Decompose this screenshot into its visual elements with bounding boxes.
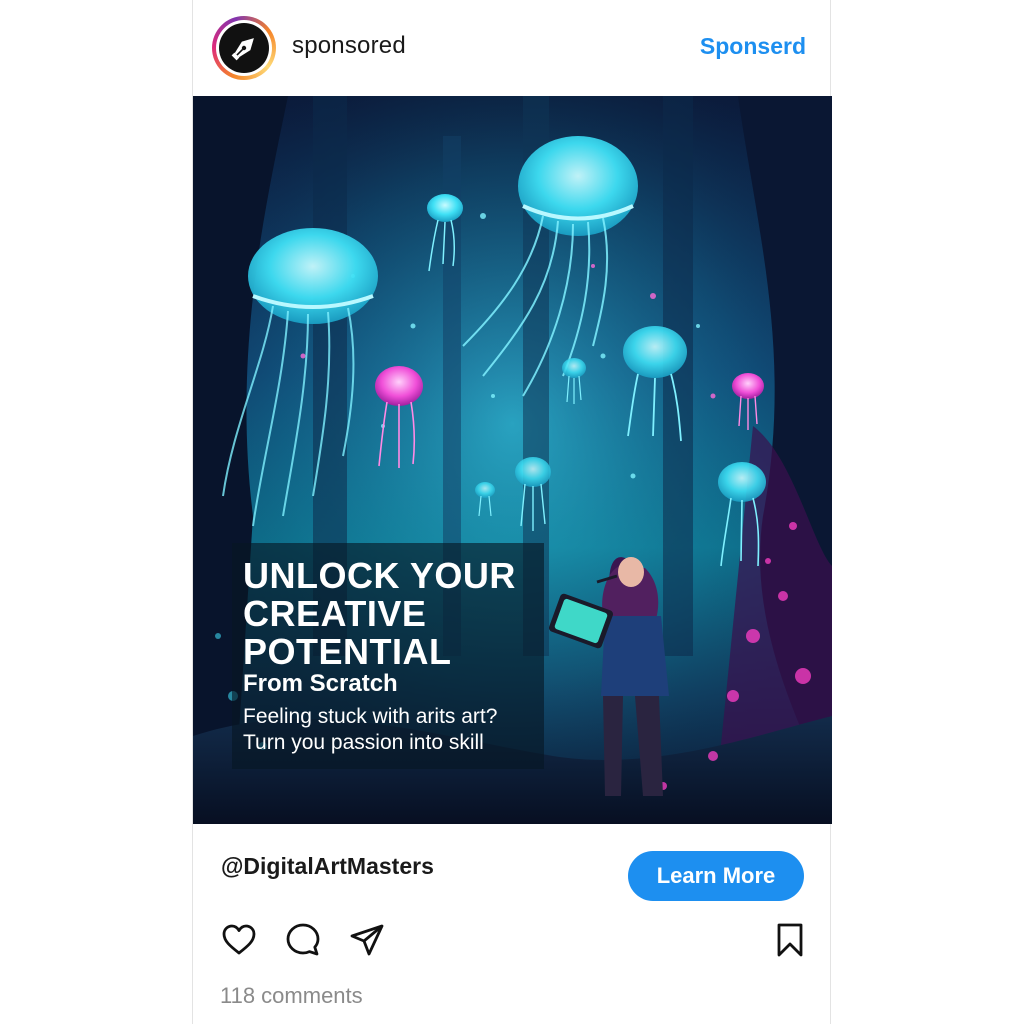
ad-image[interactable]: UNLOCK YOUR CREATIVE POTENTIAL From Scra… <box>193 96 832 824</box>
account-username[interactable]: sponsored <box>292 32 406 60</box>
post-header: sponsored Sponserd <box>193 0 830 96</box>
share-button[interactable] <box>348 921 386 959</box>
save-button[interactable] <box>771 921 809 959</box>
comment-icon <box>286 923 320 956</box>
ad-sub-headline: From Scratch <box>243 670 398 697</box>
pen-nib-icon <box>231 38 254 61</box>
sponsored-link[interactable]: Sponserd <box>700 33 806 60</box>
sponsored-post-card: sponsored Sponserd UNLOCK YOUR CREATIVE … <box>192 0 832 1024</box>
heart-icon <box>222 924 256 955</box>
headline-line-2: CREATIVE <box>243 593 427 634</box>
learn-more-button[interactable]: Learn More <box>628 851 804 901</box>
ad-headline: UNLOCK YOUR CREATIVE POTENTIAL <box>243 557 543 671</box>
headline-line-3: POTENTIAL <box>243 631 452 672</box>
like-button[interactable] <box>220 921 258 959</box>
comment-button[interactable] <box>284 921 322 959</box>
bookmark-icon <box>777 923 803 957</box>
ad-body-line-2: Turn you passion into skill <box>243 731 484 754</box>
ad-body-line-1: Feeling stuck with arits art? <box>243 705 498 728</box>
advertiser-handle[interactable]: @DigitalArtMasters <box>221 853 434 880</box>
share-icon <box>350 924 384 956</box>
headline-line-1: UNLOCK YOUR <box>243 555 516 596</box>
comment-count-link[interactable]: 118 comments <box>220 983 363 1009</box>
avatar[interactable] <box>212 16 276 80</box>
